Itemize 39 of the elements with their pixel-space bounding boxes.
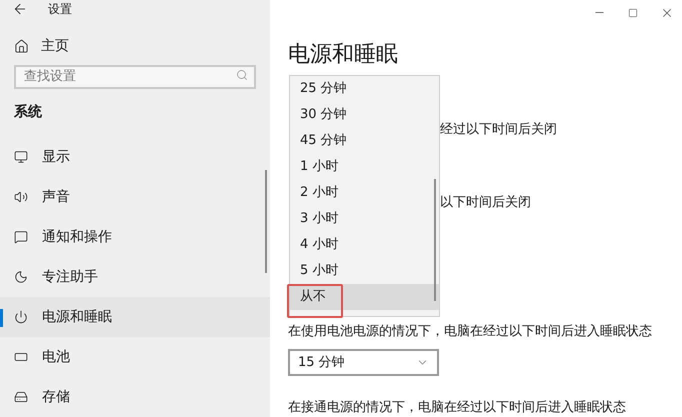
dropdown-option[interactable]: 45 分钟: [290, 128, 439, 154]
speaker-icon: [14, 190, 28, 204]
dropdown-option[interactable]: 3 小时: [290, 206, 439, 232]
nav-item[interactable]: 电源和睡眠: [0, 297, 270, 337]
maximize-icon[interactable]: [628, 8, 638, 18]
dropdown-option[interactable]: 5 小时: [290, 258, 439, 284]
window-title: 设置: [48, 1, 72, 18]
sleep-select[interactable]: 15 分钟: [288, 349, 439, 376]
dropdown-option[interactable]: 25 分钟: [290, 76, 439, 102]
dropdown-option[interactable]: 30 分钟: [290, 102, 439, 128]
dropdown-option[interactable]: 2 小时: [290, 180, 439, 206]
speech-bubble-icon: [14, 230, 28, 244]
nav-item[interactable]: 电池: [0, 337, 270, 377]
power-icon: [14, 310, 28, 324]
setting-label: 经过以下时间后关闭: [440, 120, 557, 139]
nav-item[interactable]: 存储: [0, 377, 270, 417]
nav-item[interactable]: 声音: [0, 177, 270, 217]
home-icon: [14, 39, 29, 54]
search-field[interactable]: 查找设置: [14, 64, 256, 88]
back-icon[interactable]: [12, 1, 28, 17]
highlight-frame: [287, 284, 343, 318]
selection-indicator: [0, 309, 3, 327]
nav-item[interactable]: 显示: [0, 137, 270, 177]
section-heading: 系统: [13, 103, 43, 122]
moon-icon: [14, 270, 28, 284]
search-icon: [236, 69, 248, 81]
home-link[interactable]: 主页: [0, 36, 270, 57]
nav-item[interactable]: 通知和操作: [0, 217, 270, 257]
dropdown-option[interactable]: 4 小时: [290, 232, 439, 258]
page-title: 电源和睡眠: [288, 42, 398, 68]
setting-label: 以下时间后关闭: [440, 194, 531, 212]
dropdown-option[interactable]: 从不: [290, 284, 439, 310]
drive-icon: [14, 390, 28, 404]
battery-icon: [14, 350, 28, 364]
dropdown-option[interactable]: 1 小时: [290, 154, 439, 180]
setting-label: 在使用电池电源的情况下，电脑在经过以下时间后进入睡眠状态: [288, 322, 653, 341]
nav-item[interactable]: 专注助手: [0, 257, 270, 297]
setting-label: 在接通电源的情况下，电脑在经过以下时间后进入睡眠状态: [288, 398, 627, 416]
monitor-icon: [14, 150, 28, 164]
